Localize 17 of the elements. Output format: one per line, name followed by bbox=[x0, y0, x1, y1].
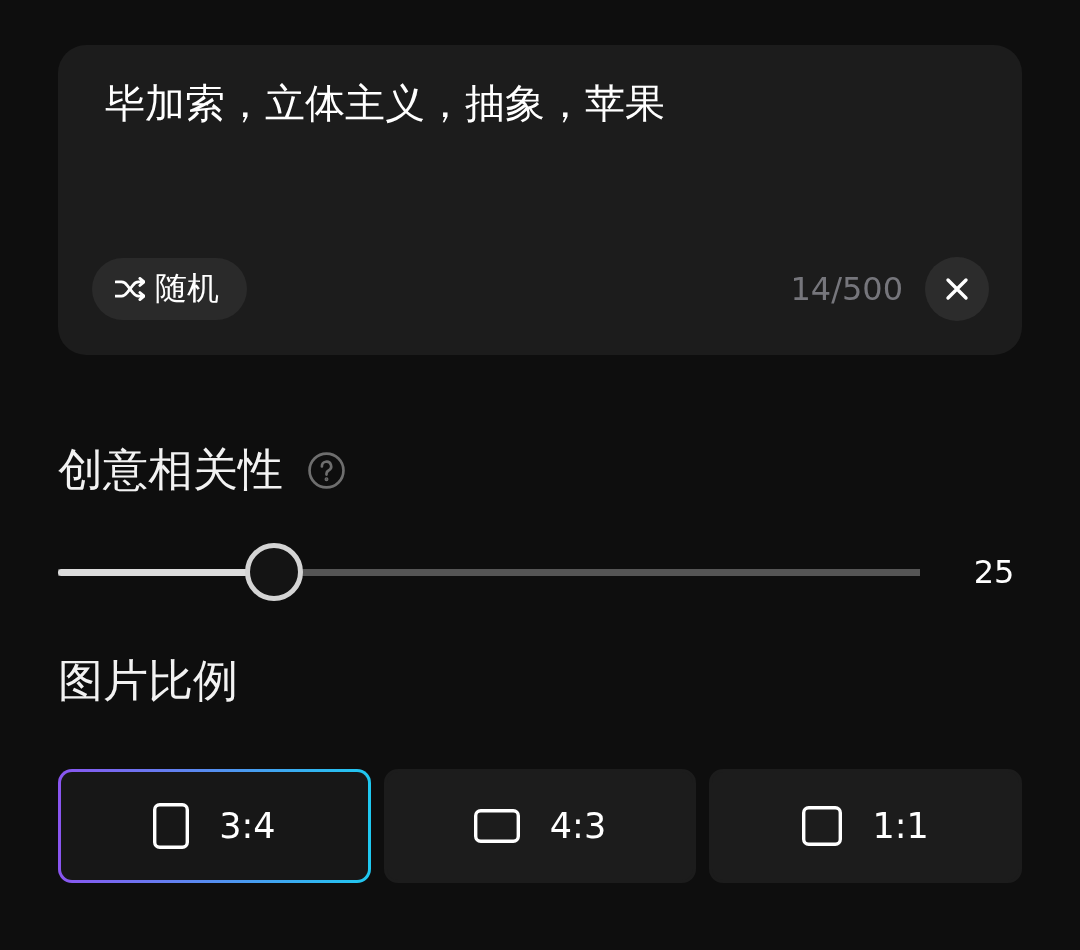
slider-thumb[interactable] bbox=[244, 543, 303, 601]
landscape-frame-icon bbox=[473, 809, 520, 843]
creativity-label: 创意相关性 bbox=[58, 444, 283, 496]
portrait-frame-icon bbox=[153, 803, 190, 849]
close-icon bbox=[945, 277, 969, 301]
shuffle-icon bbox=[115, 277, 145, 301]
help-icon[interactable] bbox=[308, 451, 345, 489]
aspect-ratio-label: 图片比例 bbox=[58, 655, 238, 707]
slider-value: 25 bbox=[972, 553, 1016, 591]
ratio-option[interactable]: 1:1 bbox=[709, 769, 1022, 883]
ratio-option[interactable]: 4:3 bbox=[383, 769, 697, 883]
prompt-field[interactable]: 毕加索，立体主义，抽象，苹果 随机 14/500 bbox=[58, 45, 1022, 355]
square-frame-icon bbox=[802, 806, 843, 846]
character-counter: 14/500 bbox=[790, 270, 903, 308]
random-button[interactable]: 随机 bbox=[92, 258, 247, 320]
prompt-input[interactable]: 毕加索，立体主义，抽象，苹果 bbox=[92, 79, 989, 257]
ratio-option[interactable]: 3:4 bbox=[58, 769, 371, 883]
